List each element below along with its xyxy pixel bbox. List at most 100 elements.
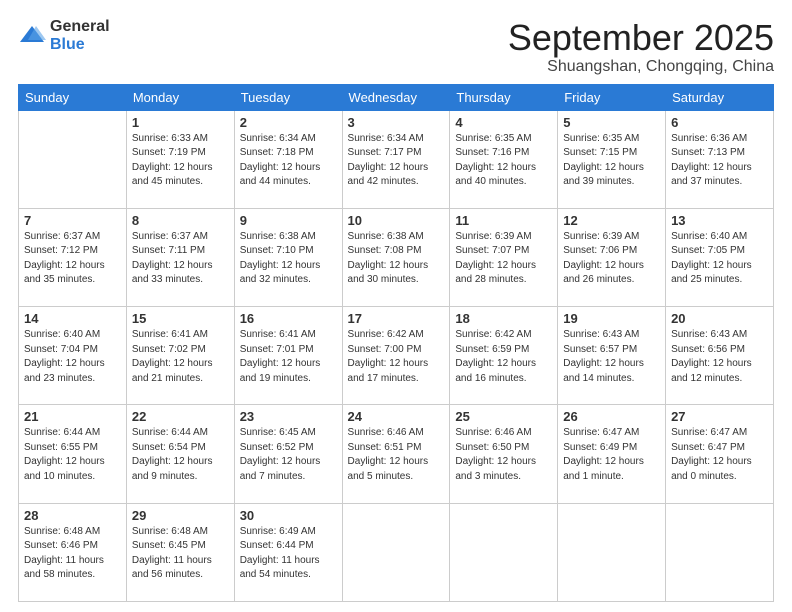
table-row: 28 Sunrise: 6:48 AM Sunset: 6:46 PM Dayli…: [19, 503, 127, 601]
day-info: Sunrise: 6:38 AM Sunset: 7:08 PM Dayligh…: [348, 230, 445, 288]
day-info: Sunrise: 6:41 AM Sunset: 7:02 PM Dayligh…: [132, 328, 229, 386]
day-number: 10: [348, 213, 445, 228]
logo-text: General Blue: [50, 18, 110, 53]
day-number: 16: [240, 311, 337, 326]
header-tuesday: Tuesday: [234, 84, 342, 110]
weekday-header-row: Sunday Monday Tuesday Wednesday Thursday…: [19, 84, 774, 110]
header-friday: Friday: [558, 84, 666, 110]
day-info: Sunrise: 6:41 AM Sunset: 7:01 PM Dayligh…: [240, 328, 337, 386]
day-number: 5: [563, 115, 660, 130]
table-row: 29Sunrise: 6:48 AM Sunset: 6:45 PM Dayli…: [126, 503, 234, 601]
table-row: [558, 503, 666, 601]
day-number: 24: [348, 409, 445, 424]
table-row: 26Sunrise: 6:47 AM Sunset: 6:49 PM Dayli…: [558, 405, 666, 503]
day-info: Sunrise: 6:39 AM Sunset: 7:06 PM Dayligh…: [563, 230, 660, 288]
day-number: 15: [132, 311, 229, 326]
day-number: 14: [24, 311, 121, 326]
table-row: [19, 110, 127, 208]
day-info: Sunrise: 6:48 AM Sunset: 6:46 PM Dayligh…: [24, 525, 121, 583]
table-row: 25 Sunrise: 6:46 AM Sunset: 6:50 PM Dayli…: [450, 405, 558, 503]
table-row: 22 Sunrise: 6:44 AM Sunset: 6:54 PM Dayli…: [126, 405, 234, 503]
header-thursday: Thursday: [450, 84, 558, 110]
table-row: 3 Sunrise: 6:34 AM Sunset: 7:17 PM Daylig…: [342, 110, 450, 208]
month-title: September 2025: [508, 18, 774, 58]
day-info: Sunrise: 6:44 AM Sunset: 6:55 PM Dayligh…: [24, 426, 121, 484]
day-number: 1: [132, 115, 229, 130]
header-wednesday: Wednesday: [342, 84, 450, 110]
day-number: 19: [563, 311, 660, 326]
table-row: 4Sunrise: 6:35 AM Sunset: 7:16 PM Daylig…: [450, 110, 558, 208]
day-info: Sunrise: 6:46 AM Sunset: 6:50 PM Dayligh…: [455, 426, 552, 484]
day-number: 30: [240, 508, 337, 523]
logo-blue: Blue: [50, 36, 110, 54]
table-row: 2 Sunrise: 6:34 AM Sunset: 7:18 PM Daylig…: [234, 110, 342, 208]
day-info: Sunrise: 6:40 AM Sunset: 7:04 PM Dayligh…: [24, 328, 121, 386]
day-info: Sunrise: 6:42 AM Sunset: 6:59 PM Dayligh…: [455, 328, 552, 386]
calendar: Sunday Monday Tuesday Wednesday Thursday…: [18, 84, 774, 602]
day-info: Sunrise: 6:46 AM Sunset: 6:51 PM Dayligh…: [348, 426, 445, 484]
table-row: 7 Sunrise: 6:37 AM Sunset: 7:12 PM Daylig…: [19, 208, 127, 306]
day-number: 27: [671, 409, 768, 424]
day-number: 22: [132, 409, 229, 424]
table-row: 20Sunrise: 6:43 AM Sunset: 6:56 PM Dayli…: [666, 307, 774, 405]
day-number: 7: [24, 213, 121, 228]
table-row: 8 Sunrise: 6:37 AM Sunset: 7:11 PM Daylig…: [126, 208, 234, 306]
day-info: Sunrise: 6:33 AM Sunset: 7:19 PM Dayligh…: [132, 132, 229, 190]
title-block: September 2025 Shuangshan, Chongqing, Ch…: [508, 18, 774, 76]
day-number: 17: [348, 311, 445, 326]
day-info: Sunrise: 6:38 AM Sunset: 7:10 PM Dayligh…: [240, 230, 337, 288]
day-info: Sunrise: 6:37 AM Sunset: 7:11 PM Dayligh…: [132, 230, 229, 288]
table-row: 19 Sunrise: 6:43 AM Sunset: 6:57 PM Dayli…: [558, 307, 666, 405]
day-info: Sunrise: 6:40 AM Sunset: 7:05 PM Dayligh…: [671, 230, 768, 288]
day-info: Sunrise: 6:35 AM Sunset: 7:15 PM Dayligh…: [563, 132, 660, 190]
day-info: Sunrise: 6:45 AM Sunset: 6:52 PM Dayligh…: [240, 426, 337, 484]
day-number: 2: [240, 115, 337, 130]
table-row: [342, 503, 450, 601]
day-number: 13: [671, 213, 768, 228]
table-row: 15 Sunrise: 6:41 AM Sunset: 7:02 PM Dayli…: [126, 307, 234, 405]
table-row: 11 Sunrise: 6:39 AM Sunset: 7:07 PM Dayli…: [450, 208, 558, 306]
day-number: 25: [455, 409, 552, 424]
day-number: 3: [348, 115, 445, 130]
logo-general: General: [50, 18, 110, 36]
day-number: 23: [240, 409, 337, 424]
logo-icon: [18, 22, 46, 50]
header-sunday: Sunday: [19, 84, 127, 110]
logo: General Blue: [18, 18, 110, 53]
day-info: Sunrise: 6:36 AM Sunset: 7:13 PM Dayligh…: [671, 132, 768, 190]
day-info: Sunrise: 6:43 AM Sunset: 6:57 PM Dayligh…: [563, 328, 660, 386]
day-number: 9: [240, 213, 337, 228]
day-number: 29: [132, 508, 229, 523]
day-number: 20: [671, 311, 768, 326]
day-info: Sunrise: 6:34 AM Sunset: 7:17 PM Dayligh…: [348, 132, 445, 190]
table-row: 10 Sunrise: 6:38 AM Sunset: 7:08 PM Dayli…: [342, 208, 450, 306]
table-row: 21Sunrise: 6:44 AM Sunset: 6:55 PM Dayli…: [19, 405, 127, 503]
day-number: 11: [455, 213, 552, 228]
table-row: 17 Sunrise: 6:42 AM Sunset: 7:00 PM Dayli…: [342, 307, 450, 405]
day-info: Sunrise: 6:49 AM Sunset: 6:44 PM Dayligh…: [240, 525, 337, 583]
day-info: Sunrise: 6:44 AM Sunset: 6:54 PM Dayligh…: [132, 426, 229, 484]
table-row: 27 Sunrise: 6:47 AM Sunset: 6:47 PM Dayli…: [666, 405, 774, 503]
day-number: 8: [132, 213, 229, 228]
table-row: 30 Sunrise: 6:49 AM Sunset: 6:44 PM Dayli…: [234, 503, 342, 601]
day-info: Sunrise: 6:37 AM Sunset: 7:12 PM Dayligh…: [24, 230, 121, 288]
day-number: 12: [563, 213, 660, 228]
table-row: 18 Sunrise: 6:42 AM Sunset: 6:59 PM Dayli…: [450, 307, 558, 405]
day-info: Sunrise: 6:47 AM Sunset: 6:49 PM Dayligh…: [563, 426, 660, 484]
table-row: 6 Sunrise: 6:36 AM Sunset: 7:13 PM Daylig…: [666, 110, 774, 208]
day-info: Sunrise: 6:39 AM Sunset: 7:07 PM Dayligh…: [455, 230, 552, 288]
day-info: Sunrise: 6:42 AM Sunset: 7:00 PM Dayligh…: [348, 328, 445, 386]
day-info: Sunrise: 6:47 AM Sunset: 6:47 PM Dayligh…: [671, 426, 768, 484]
table-row: 23 Sunrise: 6:45 AM Sunset: 6:52 PM Dayli…: [234, 405, 342, 503]
day-number: 6: [671, 115, 768, 130]
header-saturday: Saturday: [666, 84, 774, 110]
day-number: 4: [455, 115, 552, 130]
table-row: [450, 503, 558, 601]
day-info: Sunrise: 6:34 AM Sunset: 7:18 PM Dayligh…: [240, 132, 337, 190]
table-row: 14 Sunrise: 6:40 AM Sunset: 7:04 PM Dayli…: [19, 307, 127, 405]
day-number: 18: [455, 311, 552, 326]
table-row: 9 Sunrise: 6:38 AM Sunset: 7:10 PM Daylig…: [234, 208, 342, 306]
day-number: 28: [24, 508, 121, 523]
header: General Blue September 2025 Shuangshan, …: [18, 18, 774, 76]
table-row: 12 Sunrise: 6:39 AM Sunset: 7:06 PM Dayli…: [558, 208, 666, 306]
